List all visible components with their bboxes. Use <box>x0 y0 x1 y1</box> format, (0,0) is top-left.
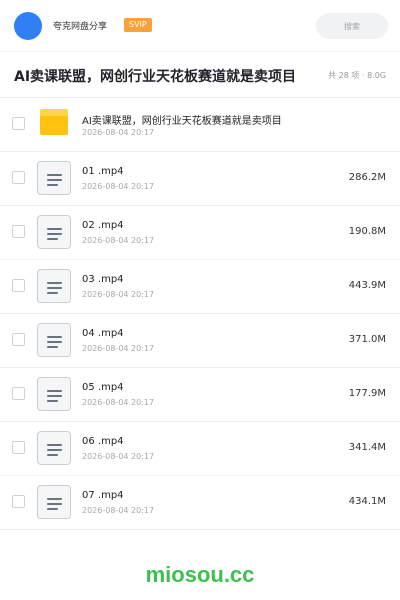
top-bar: 夸克网盘分享 SVIP <box>0 0 400 52</box>
file-name: 02 .mp4 <box>82 220 124 231</box>
document-icon <box>37 323 71 357</box>
file-date: 2026-08-04 20:17 <box>82 236 155 245</box>
row-checkbox[interactable] <box>12 279 25 292</box>
document-icon <box>37 215 71 249</box>
svip-badge: SVIP <box>124 18 152 32</box>
document-icon <box>37 269 71 303</box>
file-size: 177.9M <box>348 388 386 399</box>
row-checkbox[interactable] <box>12 333 25 346</box>
row-checkbox[interactable] <box>12 171 25 184</box>
list-item[interactable]: 02 .mp4 2026-08-04 20:17 190.8M <box>0 206 400 260</box>
file-size: 190.8M <box>348 226 386 237</box>
row-checkbox[interactable] <box>12 225 25 238</box>
list-item-folder[interactable]: AI卖课联盟，网创行业天花板赛道就是卖项目 2026-08-04 20:17 <box>0 98 400 152</box>
list-item[interactable]: 03 .mp4 2026-08-04 20:17 443.9M <box>0 260 400 314</box>
file-date: 2026-08-04 20:17 <box>82 344 155 353</box>
file-size: 286.2M <box>348 172 386 183</box>
folder-icon <box>40 109 68 135</box>
row-checkbox[interactable] <box>12 117 25 130</box>
file-size: 443.9M <box>348 280 386 291</box>
list-item[interactable]: 05 .mp4 2026-08-04 20:17 177.9M <box>0 368 400 422</box>
row-checkbox[interactable] <box>12 495 25 508</box>
list-item[interactable]: 01 .mp4 2026-08-04 20:17 286.2M <box>0 152 400 206</box>
file-name: 07 .mp4 <box>82 490 124 501</box>
title-row: AI卖课联盟，网创行业天花板赛道就是卖项目 共 28 项 · 8.0G <box>0 52 400 98</box>
file-date: 2026-08-04 20:17 <box>82 506 155 515</box>
document-icon <box>37 161 71 195</box>
file-date: 2026-08-04 20:17 <box>82 182 155 191</box>
watermark-text: miosou.cc <box>145 562 255 587</box>
file-name: 05 .mp4 <box>82 382 124 393</box>
file-date: 2026-08-04 20:17 <box>82 398 155 407</box>
page-title: AI卖课联盟，网创行业天花板赛道就是卖项目 <box>14 69 297 85</box>
file-date: 2026-08-04 20:17 <box>82 290 155 299</box>
document-icon <box>37 485 71 519</box>
file-date: 2026-08-04 20:17 <box>82 452 155 461</box>
file-date: 2026-08-04 20:17 <box>82 128 155 137</box>
file-name: AI卖课联盟，网创行业天花板赛道就是卖项目 <box>82 116 282 127</box>
document-icon <box>37 377 71 411</box>
list-item[interactable]: 06 .mp4 2026-08-04 20:17 341.4M <box>0 422 400 476</box>
list-item[interactable]: 04 .mp4 2026-08-04 20:17 371.0M <box>0 314 400 368</box>
item-summary: 共 28 项 · 8.0G <box>328 71 386 80</box>
file-size: 434.1M <box>348 496 386 507</box>
file-size: 341.4M <box>348 442 386 453</box>
row-checkbox[interactable] <box>12 441 25 454</box>
row-checkbox[interactable] <box>12 387 25 400</box>
search-input[interactable] <box>316 13 388 39</box>
file-name: 04 .mp4 <box>82 328 124 339</box>
document-icon <box>37 431 71 465</box>
file-size: 371.0M <box>348 334 386 345</box>
share-name: 夸克网盘分享 <box>53 22 108 32</box>
file-name: 01 .mp4 <box>82 166 124 177</box>
file-name: 03 .mp4 <box>82 274 124 285</box>
avatar[interactable] <box>14 12 42 40</box>
list-item[interactable]: 07 .mp4 2026-08-04 20:17 434.1M <box>0 476 400 530</box>
file-list: AI卖课联盟，网创行业天花板赛道就是卖项目 2026-08-04 20:17 0… <box>0 98 400 530</box>
file-name: 06 .mp4 <box>82 436 124 447</box>
